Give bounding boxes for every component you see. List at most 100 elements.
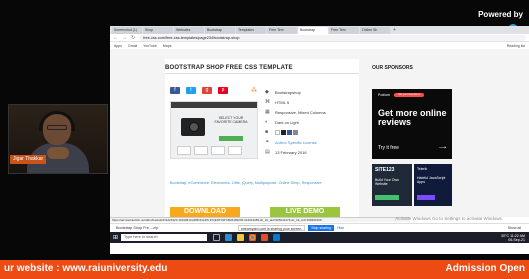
feature-text: Responsive, Mixed Columns <box>275 109 326 115</box>
task-view-icon[interactable] <box>213 234 221 241</box>
tag-icon: ◆ <box>265 89 269 95</box>
preview-promo-text: SELECT YOUR FAVORITE CAMERA <box>214 116 248 124</box>
color-swatch <box>275 129 280 135</box>
ad-cta[interactable]: Try it free <box>378 145 399 151</box>
download-button[interactable]: DOWNLOAD <box>170 207 240 217</box>
sponsor-ad-telerik[interactable]: Telerik Hateful JavaScript Apps <box>414 164 452 206</box>
sponsor-ad-podium[interactable]: Podium Get your free demo Get more onlin… <box>372 89 452 159</box>
file-explorer-icon[interactable] <box>237 234 245 241</box>
social-share-row: f t g p <box>170 87 234 94</box>
facebook-icon[interactable]: f <box>170 87 180 94</box>
activate-windows-watermark: Activate Windows Go to Settings to activ… <box>395 216 503 221</box>
show-all-button[interactable]: Show all <box>508 226 521 230</box>
app-icon[interactable] <box>273 234 281 241</box>
browser-tab-active[interactable]: Bootstrap <box>298 27 328 34</box>
browser-tab[interactable]: Online Sh <box>360 27 390 34</box>
presenter-name-tag: Jigar Thakkar <box>10 155 47 164</box>
code-icon: ⌘ <box>265 99 270 105</box>
template-preview-image[interactable]: SELECT YOUR FAVORITE CAMERA <box>170 101 258 159</box>
feature-item: ▤ 13 February 2016 <box>265 147 355 157</box>
arrow-right-icon: ⟶ <box>438 145 446 151</box>
ticker-website: ur website : www.raiuniversity.edu <box>4 263 168 274</box>
live-demo-button[interactable]: LIVE DEMO <box>270 207 340 217</box>
bookmark-item[interactable]: Apps <box>114 44 122 48</box>
calendar-icon: ▤ <box>265 149 270 155</box>
sponsors-heading: OUR SPONSORS <box>372 65 413 71</box>
web-page: BOOTSTRAP SHOP FREE CSS TEMPLATE f t g p… <box>110 49 529 217</box>
windows-taskbar: ⊞ Type here to search 30°C 11:22 AM 06-S… <box>110 232 529 243</box>
address-bar: ← → ↻ free-css.com/free-css-templates/pa… <box>110 34 529 42</box>
browser-tab[interactable]: Screenshot (1) <box>112 27 142 34</box>
divider <box>165 73 359 74</box>
ad-headline: Get more online reviews <box>378 108 447 127</box>
glasses-icon <box>47 125 67 130</box>
browser-tab[interactable]: Shop <box>143 27 173 34</box>
chrome-icon[interactable] <box>249 234 257 241</box>
clock-date: 06-Sep-21 <box>508 237 525 242</box>
bookmark-item[interactable]: Gmail <box>128 44 137 48</box>
ad-cta[interactable] <box>375 195 399 200</box>
twitter-icon[interactable]: t <box>186 87 196 94</box>
browser-tab[interactable]: Templates <box>236 27 266 34</box>
preview-thumbnail <box>211 146 225 155</box>
reading-list-link[interactable]: Reading list <box>507 44 525 48</box>
template-detail: BOOTSTRAP SHOP FREE CSS TEMPLATE f t g p… <box>165 59 359 217</box>
feature-item[interactable]: ⚭ Author Specific License <box>265 137 355 147</box>
screen-share-notice: streamyard.com is sharing your screen. <box>238 225 306 231</box>
browser-tab[interactable]: Bootstrap <box>205 27 235 34</box>
browser-tab[interactable]: Free Tem <box>329 27 359 34</box>
ad-brand: Telerik <box>417 167 428 171</box>
color-swatch <box>281 129 286 135</box>
stop-sharing-button[interactable]: Stop sharing <box>308 225 334 231</box>
browser-tab[interactable]: Free Tem <box>267 27 297 34</box>
download-file-item[interactable]: Bootstrap Shop Fre....zip <box>116 226 158 230</box>
license-link[interactable]: Author Specific License <box>275 140 317 145</box>
preview-cta <box>219 136 243 141</box>
feature-item: ■ <box>265 127 355 137</box>
preview-thumbnail <box>194 146 208 155</box>
color-swatches <box>275 127 299 137</box>
preview-thumbnail <box>177 146 191 155</box>
app-icon[interactable] <box>261 234 269 241</box>
feature-item: ▦ Responsive, Mixed Columns <box>265 107 355 117</box>
preview-thumbnails <box>177 146 245 155</box>
taskbar-search[interactable]: Type here to search <box>121 234 208 241</box>
reload-icon[interactable]: ↻ <box>131 35 135 41</box>
bookmark-item[interactable]: Maps <box>163 44 172 48</box>
template-tags[interactable]: Bootstrap, eCommerce, Electronics, Gifts… <box>170 180 350 187</box>
google-plus-icon[interactable]: g <box>202 87 212 94</box>
ad-cta[interactable] <box>417 195 435 200</box>
ad-brand: Podium <box>378 93 390 97</box>
camera-lens <box>189 122 199 132</box>
back-icon[interactable]: ← <box>113 35 118 41</box>
preview-thumbnail <box>228 146 242 155</box>
bookmark-item[interactable]: YouTube <box>143 44 157 48</box>
browser-tab-bar: Screenshot (1) Shop Websites Bootstrap T… <box>110 26 529 34</box>
link-icon: ⚭ <box>265 139 270 145</box>
system-tray[interactable]: 30°C 11:22 AM 06-Sep-21 <box>501 234 525 242</box>
status-url: https://ad.doubleclick.net/ddm/trackclk/… <box>110 217 410 222</box>
url-input[interactable]: free-css.com/free-css-templates/page234/… <box>139 34 526 41</box>
share-icon[interactable]: ⁂ <box>251 87 257 94</box>
edge-icon[interactable] <box>225 234 233 241</box>
feature-item: ◐ Dark on Light <box>265 117 355 127</box>
presenter-hands <box>47 147 69 159</box>
hide-button[interactable]: Hide <box>337 226 344 230</box>
browser-tab[interactable]: Websites <box>174 27 204 34</box>
new-tab-icon[interactable]: + <box>393 27 396 34</box>
feature-item: ◆ Bootstrapshop <box>265 87 355 97</box>
layout-icon: ▦ <box>265 109 270 115</box>
shared-screen: Screenshot (1) Shop Websites Bootstrap T… <box>110 26 529 254</box>
windows-start-icon[interactable]: ⊞ <box>113 234 118 241</box>
pinterest-icon[interactable]: p <box>218 87 228 94</box>
feature-text: Dark on Light <box>275 119 299 125</box>
ticker-admission: Admission Open <box>445 263 525 274</box>
ad-text: Build Your Own Website <box>375 178 399 186</box>
ad-brand: SITE123 <box>375 167 395 173</box>
stream-canvas: Powered by Jigar Thakkar Screenshot (1) … <box>0 0 529 279</box>
page-title: BOOTSTRAP SHOP FREE CSS TEMPLATE <box>165 65 293 71</box>
forward-icon[interactable]: → <box>122 35 127 41</box>
sponsor-ad-site123[interactable]: SITE123 Build Your Own Website <box>372 164 412 206</box>
feature-list: ◆ Bootstrapshop ⌘ HTML 5 ▦ Responsive, M… <box>265 87 355 157</box>
ad-pill: Get your free demo <box>394 93 424 97</box>
